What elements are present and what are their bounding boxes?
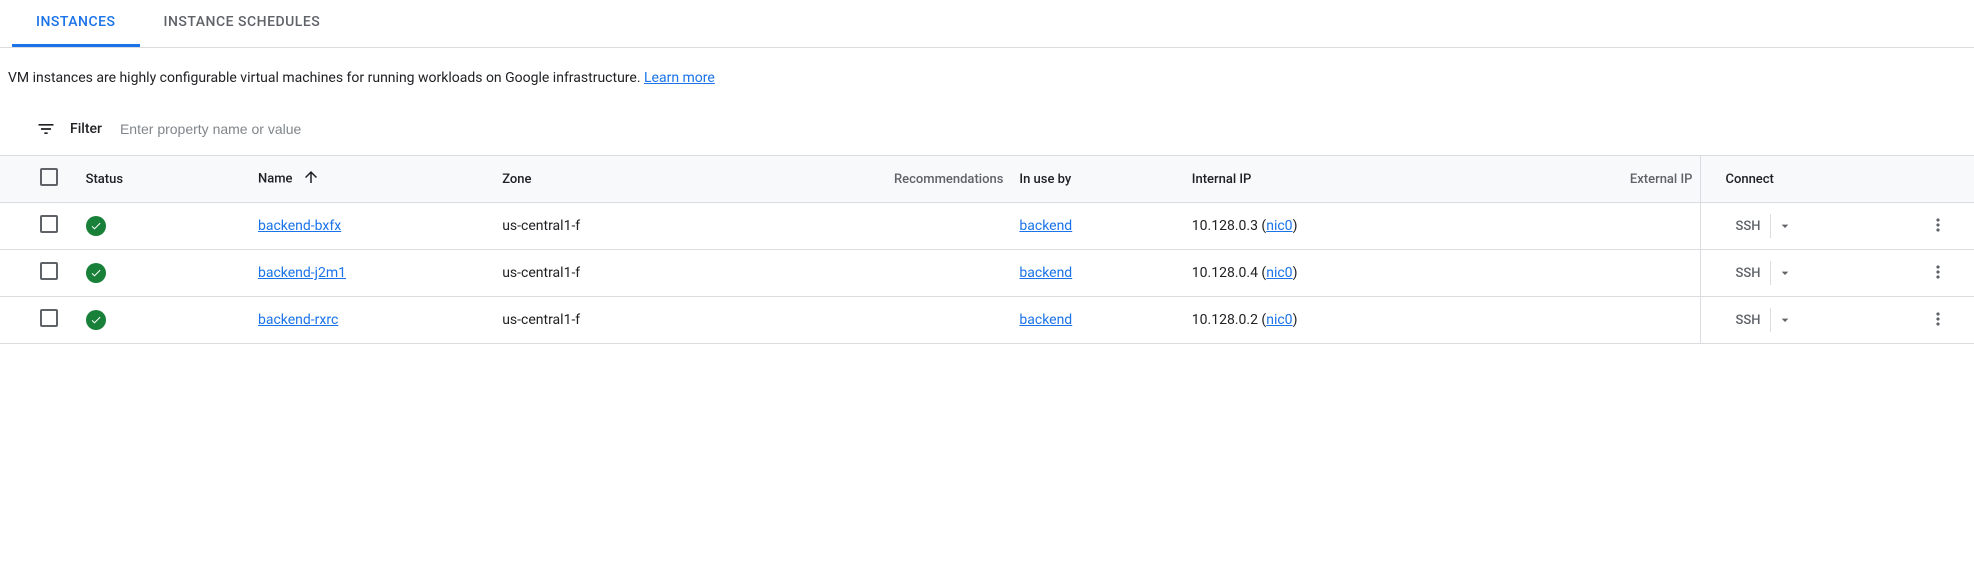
header-checkbox-cell	[0, 156, 78, 203]
in-use-by-link[interactable]: backend	[1019, 312, 1072, 328]
row-checkbox-cell	[0, 203, 78, 250]
status-running-icon	[86, 310, 106, 330]
row-internal-ip-cell: 10.128.0.4 (nic0)	[1184, 250, 1514, 297]
internal-ip-value: 10.128.0.3	[1192, 218, 1258, 234]
row-checkbox-cell	[0, 297, 78, 344]
internal-ip-value: 10.128.0.2	[1192, 312, 1258, 328]
row-checkbox[interactable]	[40, 309, 58, 327]
row-more-cell	[1902, 250, 1974, 297]
header-name[interactable]: Name	[250, 156, 494, 203]
status-running-icon	[86, 216, 106, 236]
instance-name-link[interactable]: backend-rxrc	[258, 312, 338, 328]
header-in-use-by[interactable]: In use by	[1011, 156, 1183, 203]
sort-ascending-icon	[302, 168, 320, 190]
description-text: VM instances are highly configurable vir…	[0, 48, 800, 109]
header-recommendations[interactable]: Recommendations	[724, 156, 1011, 203]
row-external-ip-cell	[1514, 297, 1701, 344]
row-connect-cell: SSH	[1701, 203, 1902, 250]
nic-paren-close: )	[1293, 265, 1298, 281]
more-actions-button[interactable]	[1926, 307, 1950, 331]
instance-name-link[interactable]: backend-j2m1	[258, 265, 346, 281]
ssh-button-group: SSH	[1725, 261, 1799, 285]
row-name-cell: backend-j2m1	[250, 250, 494, 297]
instances-table: Status Name Zone Recommendations In use …	[0, 155, 1974, 344]
select-all-checkbox[interactable]	[40, 168, 58, 186]
row-status-cell	[78, 250, 250, 297]
tab-instances[interactable]: INSTANCES	[12, 0, 140, 47]
row-checkbox-cell	[0, 250, 78, 297]
row-zone-cell: us-central1-f	[494, 250, 724, 297]
header-connect: Connect	[1701, 156, 1902, 203]
ssh-button[interactable]: SSH	[1725, 309, 1770, 332]
more-actions-button[interactable]	[1926, 260, 1950, 284]
filter-input[interactable]	[116, 117, 1966, 141]
tabs-bar: INSTANCES INSTANCE SCHEDULES	[0, 0, 1974, 48]
instance-name-link[interactable]: backend-bxfx	[258, 218, 341, 234]
row-checkbox[interactable]	[40, 262, 58, 280]
table-row: backend-j2m1 us-central1-f backend 10.12…	[0, 250, 1974, 297]
row-recommendations-cell	[724, 203, 1011, 250]
row-checkbox[interactable]	[40, 215, 58, 233]
filter-bar: Filter	[0, 109, 1974, 155]
row-external-ip-cell	[1514, 250, 1701, 297]
ssh-button[interactable]: SSH	[1725, 215, 1770, 238]
header-more	[1902, 156, 1974, 203]
row-external-ip-cell	[1514, 203, 1701, 250]
header-name-label: Name	[258, 171, 293, 186]
row-more-cell	[1902, 297, 1974, 344]
ssh-button[interactable]: SSH	[1725, 262, 1770, 285]
table-row: backend-bxfx us-central1-f backend 10.12…	[0, 203, 1974, 250]
tab-instance-schedules[interactable]: INSTANCE SCHEDULES	[140, 0, 345, 47]
in-use-by-link[interactable]: backend	[1019, 265, 1072, 281]
nic-paren-close: )	[1293, 312, 1298, 328]
nic-link[interactable]: nic0	[1266, 218, 1292, 234]
row-internal-ip-cell: 10.128.0.3 (nic0)	[1184, 203, 1514, 250]
row-zone-cell: us-central1-f	[494, 203, 724, 250]
more-actions-button[interactable]	[1926, 213, 1950, 237]
filter-icon[interactable]	[36, 119, 56, 139]
header-status[interactable]: Status	[78, 156, 250, 203]
row-name-cell: backend-rxrc	[250, 297, 494, 344]
nic-link[interactable]: nic0	[1266, 312, 1292, 328]
row-recommendations-cell	[724, 297, 1011, 344]
header-zone[interactable]: Zone	[494, 156, 724, 203]
nic-paren-close: )	[1293, 218, 1298, 234]
row-status-cell	[78, 203, 250, 250]
row-more-cell	[1902, 203, 1974, 250]
learn-more-link[interactable]: Learn more	[644, 70, 715, 86]
row-connect-cell: SSH	[1701, 250, 1902, 297]
row-status-cell	[78, 297, 250, 344]
table-header-row: Status Name Zone Recommendations In use …	[0, 156, 1974, 203]
status-running-icon	[86, 263, 106, 283]
header-internal-ip[interactable]: Internal IP	[1184, 156, 1514, 203]
nic-link[interactable]: nic0	[1266, 265, 1292, 281]
table-row: backend-rxrc us-central1-f backend 10.12…	[0, 297, 1974, 344]
row-name-cell: backend-bxfx	[250, 203, 494, 250]
row-in-use-cell: backend	[1011, 297, 1183, 344]
ssh-button-group: SSH	[1725, 308, 1799, 332]
row-zone-cell: us-central1-f	[494, 297, 724, 344]
ssh-dropdown-button[interactable]	[1770, 261, 1799, 285]
row-connect-cell: SSH	[1701, 297, 1902, 344]
internal-ip-value: 10.128.0.4	[1192, 265, 1258, 281]
filter-label: Filter	[70, 121, 102, 137]
row-in-use-cell: backend	[1011, 203, 1183, 250]
ssh-button-group: SSH	[1725, 214, 1799, 238]
row-recommendations-cell	[724, 250, 1011, 297]
description-body: VM instances are highly configurable vir…	[8, 70, 644, 86]
in-use-by-link[interactable]: backend	[1019, 218, 1072, 234]
header-external-ip[interactable]: External IP	[1514, 156, 1701, 203]
ssh-dropdown-button[interactable]	[1770, 308, 1799, 332]
row-internal-ip-cell: 10.128.0.2 (nic0)	[1184, 297, 1514, 344]
row-in-use-cell: backend	[1011, 250, 1183, 297]
ssh-dropdown-button[interactable]	[1770, 214, 1799, 238]
